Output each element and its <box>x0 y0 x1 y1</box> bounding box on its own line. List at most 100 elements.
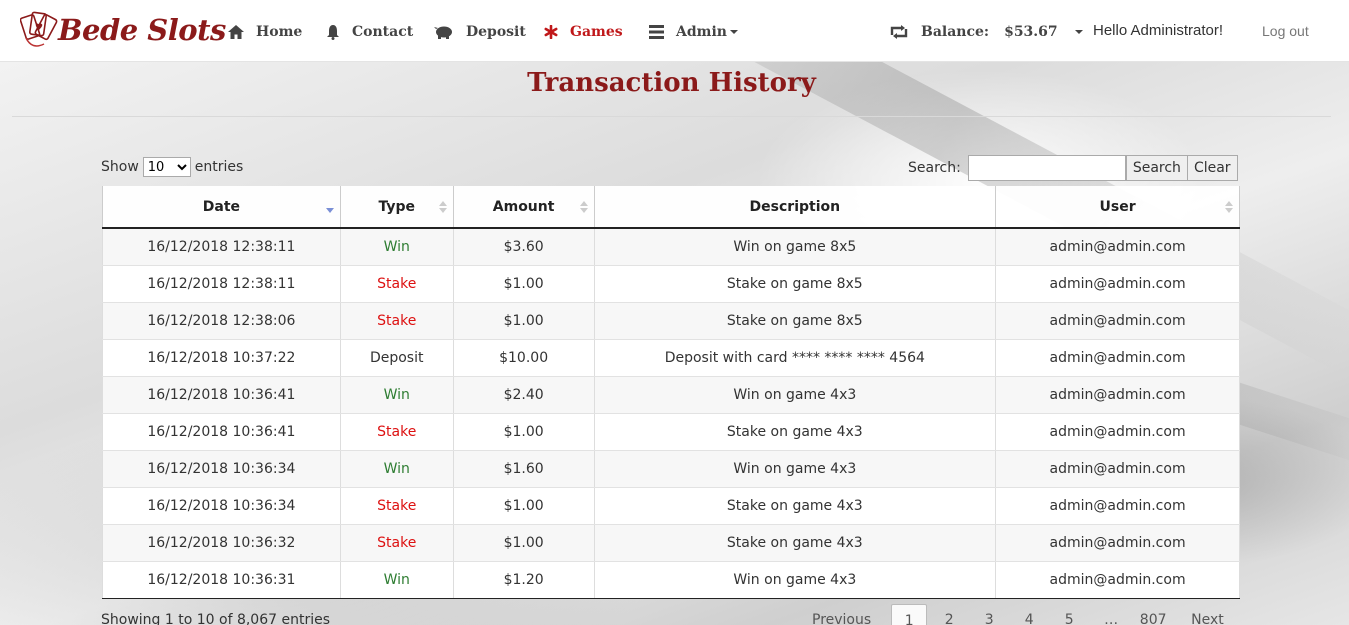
cell-description: Stake on game 4x3 <box>594 413 997 451</box>
column-header-type[interactable]: Type <box>340 186 454 229</box>
cell-description: Win on game 4x3 <box>594 561 997 599</box>
cell-type: Stake <box>340 524 454 562</box>
table-row: 16/12/2018 10:36:41 Win $2.40 Win on game 4… <box>102 376 1240 414</box>
cell-user: admin@admin.com <box>995 302 1240 340</box>
cell-type: Stake <box>340 302 454 340</box>
cell-amount: $1.60 <box>453 450 595 488</box>
search-button[interactable]: Search <box>1125 155 1188 181</box>
sort-icon <box>1225 201 1233 213</box>
cell-description: Stake on game 4x3 <box>594 524 997 562</box>
cell-date: 16/12/2018 10:36:34 <box>102 487 341 525</box>
column-header-description[interactable]: Description <box>594 186 997 229</box>
cell-amount: $1.00 <box>453 302 595 340</box>
cell-amount: $10.00 <box>453 339 595 377</box>
column-header-amount[interactable]: Amount <box>453 186 595 229</box>
cell-date: 16/12/2018 12:38:06 <box>102 302 341 340</box>
bell-icon <box>327 24 339 40</box>
cell-user: admin@admin.com <box>995 376 1240 414</box>
nav-deposit[interactable]: Deposit <box>434 20 526 44</box>
chevron-down-icon <box>729 30 738 34</box>
logout-link[interactable]: Log out <box>1262 23 1309 39</box>
cell-user: admin@admin.com <box>995 524 1240 562</box>
cell-user: admin@admin.com <box>995 561 1240 599</box>
cell-date: 16/12/2018 12:38:11 <box>102 265 341 303</box>
nav-home[interactable]: Home <box>228 20 302 44</box>
sort-desc-icon <box>325 208 334 213</box>
asterisk-icon <box>544 25 558 39</box>
page-button[interactable]: 2 <box>929 604 969 625</box>
cell-type: Win <box>340 228 454 266</box>
table-row: 16/12/2018 10:36:34 Win $1.60 Win on game 4… <box>102 450 1240 488</box>
cell-date: 16/12/2018 12:38:11 <box>102 228 341 266</box>
cell-date: 16/12/2018 10:36:41 <box>102 376 341 414</box>
pagination-ellipsis: … <box>1104 612 1119 625</box>
nav-games-label: Games <box>570 24 623 40</box>
cell-amount: $3.60 <box>453 228 595 266</box>
cell-date: 16/12/2018 10:36:41 <box>102 413 341 451</box>
cell-amount: $1.00 <box>453 265 595 303</box>
cell-user: admin@admin.com <box>995 487 1240 525</box>
sort-icon <box>579 201 588 213</box>
column-header-user[interactable]: User <box>995 186 1240 229</box>
cell-user: admin@admin.com <box>995 228 1240 266</box>
page-button-last[interactable]: 807 <box>1133 604 1173 625</box>
cell-description: Stake on game 8x5 <box>594 265 997 303</box>
page-button[interactable]: 3 <box>969 604 1009 625</box>
chevron-down-icon <box>1074 30 1083 34</box>
table-row: 16/12/2018 10:36:31 Win $1.20 Win on game 4… <box>102 561 1240 599</box>
list-icon <box>649 25 664 39</box>
balance-label: Balance: <box>921 24 990 40</box>
cell-description: Stake on game 8x5 <box>594 302 997 340</box>
brand[interactable]: ♥ Bede Slots <box>20 6 226 54</box>
table-row: 16/12/2018 10:36:34 Stake $1.00 Stake on ga… <box>102 487 1240 525</box>
page-button[interactable]: 5 <box>1049 604 1089 625</box>
next-button[interactable]: Next <box>1191 604 1224 625</box>
cell-type: Stake <box>340 487 454 525</box>
nav-admin-dropdown[interactable]: Admin <box>649 20 738 44</box>
refresh-icon[interactable] <box>889 25 909 39</box>
cell-amount: $2.40 <box>453 376 595 414</box>
nav-deposit-label: Deposit <box>466 24 526 40</box>
cell-user: admin@admin.com <box>995 450 1240 488</box>
transactions-table: Date Type Amount Description User 16/12/… <box>102 186 1240 599</box>
cell-amount: $1.00 <box>453 487 595 525</box>
nav-admin-label: Admin <box>676 24 727 40</box>
page-length-select[interactable]: 10 <box>142 157 191 177</box>
cell-user: admin@admin.com <box>995 413 1240 451</box>
page-button[interactable]: 4 <box>1009 604 1049 625</box>
search-label: Search: <box>908 160 961 176</box>
cards-logo-icon: ♥ <box>20 11 58 47</box>
cell-type: Stake <box>340 413 454 451</box>
balance-dropdown[interactable]: Balance: $53.67 <box>889 20 1083 44</box>
column-header-date[interactable]: Date <box>102 186 341 229</box>
svg-text:♥: ♥ <box>35 23 43 33</box>
nav-contact[interactable]: Contact <box>326 20 413 44</box>
nav-contact-label: Contact <box>352 24 414 40</box>
cell-type: Win <box>340 561 454 599</box>
table-row: 16/12/2018 10:36:32 Stake $1.00 Stake on ga… <box>102 524 1240 562</box>
table-row: 16/12/2018 10:37:22 Deposit $10.00 Deposit … <box>102 339 1240 377</box>
page-button-current[interactable]: 1 <box>891 604 928 625</box>
table-row: 16/12/2018 12:38:06 Stake $1.00 Stake on ga… <box>102 302 1240 340</box>
cell-type: Deposit <box>340 339 454 377</box>
cell-user: admin@admin.com <box>995 339 1240 377</box>
cell-description: Deposit with card **** **** **** 4564 <box>594 339 997 377</box>
greeting: Hello Administrator! <box>1093 22 1224 39</box>
previous-button[interactable]: Previous <box>812 604 871 625</box>
cell-user: admin@admin.com <box>995 265 1240 303</box>
search-input[interactable] <box>967 155 1126 181</box>
cell-amount: $1.00 <box>453 524 595 562</box>
table-row: 16/12/2018 10:36:41 Stake $1.00 Stake on ga… <box>102 413 1240 451</box>
cell-description: Win on game 4x3 <box>594 376 997 414</box>
cell-date: 16/12/2018 10:36:32 <box>102 524 341 562</box>
cell-date: 16/12/2018 10:36:31 <box>102 561 341 599</box>
entries-label: entries <box>194 159 244 175</box>
show-label: Show <box>101 159 139 175</box>
table-header-row: Date Type Amount Description User <box>102 186 1240 229</box>
cell-type: Win <box>340 376 454 414</box>
page-title: Transaction History <box>527 68 816 98</box>
nav-games[interactable]: Games <box>544 20 623 44</box>
home-icon <box>228 25 244 39</box>
clear-button[interactable]: Clear <box>1187 155 1238 181</box>
table-row: 16/12/2018 12:38:11 Stake $1.00 Stake on ga… <box>102 265 1240 303</box>
